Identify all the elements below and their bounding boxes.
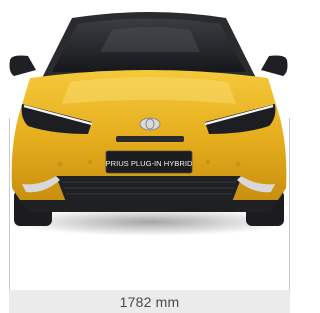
lower-grille xyxy=(56,176,242,202)
upper-grille xyxy=(116,136,184,142)
width-measurement-label: 1782 mm xyxy=(119,293,180,310)
left-mirror xyxy=(9,55,36,76)
width-measurement-bar: 1782 mm xyxy=(9,290,290,313)
car-dimension-card: PRIUS PLUG-IN HYBRID 1782 mm xyxy=(0,0,297,313)
right-mirror xyxy=(261,55,288,76)
license-plate-text: PRIUS PLUG-IN HYBRID xyxy=(106,159,193,168)
dimension-guide-left xyxy=(9,118,10,290)
hood-highlight xyxy=(62,77,236,104)
car-front-image: PRIUS PLUG-IN HYBRID xyxy=(9,12,290,236)
lower-valance xyxy=(20,200,278,212)
windshield-reflection xyxy=(100,27,200,52)
dimension-guide-right xyxy=(289,118,290,290)
toyota-emblem xyxy=(139,117,161,131)
